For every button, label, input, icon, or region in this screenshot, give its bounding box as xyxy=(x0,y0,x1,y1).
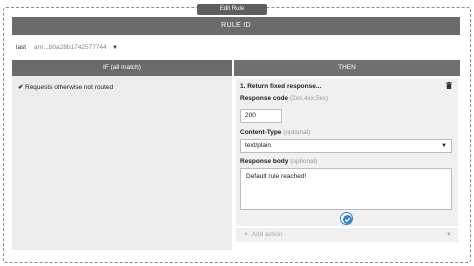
response-code-label: Response code (2xx,4xx,5xx) xyxy=(240,95,329,102)
arn-row: last arn...b0a28b1742577744 ▼ xyxy=(16,42,118,54)
if-panel: IF (all match) ✔ Requests otherwise not r… xyxy=(12,60,232,250)
response-code-input[interactable]: 200 xyxy=(240,109,282,123)
condition-row[interactable]: ✔ Requests otherwise not routed xyxy=(14,81,230,95)
confirm-button[interactable] xyxy=(340,212,353,225)
add-action-button[interactable]: + Add action ▼ xyxy=(236,228,458,242)
chevron-down-icon: ▼ xyxy=(446,232,452,238)
content-type-label: Content-Type (optional) xyxy=(240,129,311,136)
response-body-textarea[interactable]: Default rule reached! xyxy=(240,168,452,210)
then-body: 1. Return fixed response... Response cod… xyxy=(234,76,460,250)
arn-label: last xyxy=(16,44,27,51)
chevron-down-icon: ▼ xyxy=(112,45,118,51)
check-icon xyxy=(343,215,352,224)
condition-label: Requests otherwise not routed xyxy=(25,84,114,91)
action-card: 1. Return fixed response... Response cod… xyxy=(236,78,458,226)
content-type-select[interactable]: text/plain ▼ xyxy=(240,139,452,153)
content-type-value: text/plain xyxy=(245,142,272,149)
arn-selector[interactable]: arn...b0a28b1742577744 ▼ xyxy=(34,42,118,54)
arn-value: arn...b0a28b1742577744 xyxy=(34,44,107,51)
chevron-down-icon: ▼ xyxy=(441,143,447,149)
content-type-hint: (optional) xyxy=(283,129,311,136)
rule-id-header: RULE ID xyxy=(12,17,460,35)
trash-icon[interactable] xyxy=(446,82,452,89)
response-code-hint: (2xx,4xx,5xx) xyxy=(289,95,329,102)
if-panel-header: IF (all match) xyxy=(12,60,232,76)
response-body-hint: (optional) xyxy=(290,158,318,165)
plus-icon: + xyxy=(244,231,248,238)
then-panel-header: THEN xyxy=(234,60,460,76)
checkmark-icon: ✔ xyxy=(18,84,24,91)
dialog-title-tab: Edit Rule xyxy=(197,4,267,15)
response-body-label: Response body (optional) xyxy=(240,158,318,165)
action-title: 1. Return fixed response... xyxy=(240,83,322,90)
then-panel: THEN 1. Return fixed response... Respons… xyxy=(234,60,460,250)
add-action-label: Add action xyxy=(251,231,283,238)
